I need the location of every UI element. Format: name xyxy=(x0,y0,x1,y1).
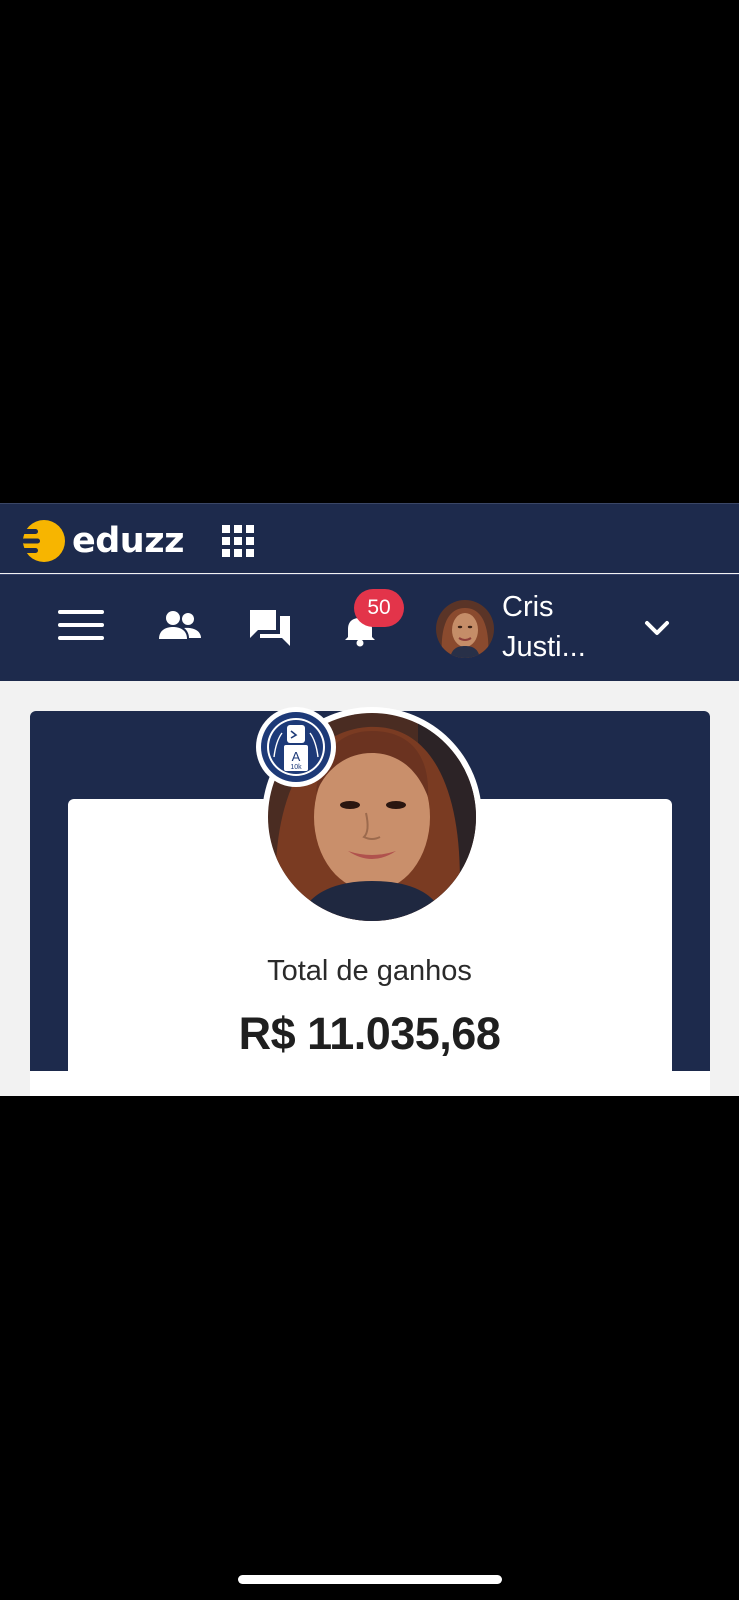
notification-count-badge[interactable]: 50 xyxy=(354,589,404,627)
nav-bar: 50 Cris Justi... xyxy=(0,574,739,681)
user-name[interactable]: Cris Justi... xyxy=(502,587,612,667)
brand-bar: eduzz xyxy=(0,503,739,573)
hamburger-menu-icon[interactable] xyxy=(58,610,106,646)
user-avatar[interactable] xyxy=(436,600,494,658)
achievement-label: 10k xyxy=(290,764,302,771)
phone-screen: eduzz 50 Cris Justi... A 10k Total de ga… xyxy=(0,0,739,1600)
eduzz-app: eduzz 50 Cris Justi... A 10k Total de ga… xyxy=(0,503,739,1096)
chevron-down-icon[interactable] xyxy=(643,618,671,638)
eduzz-logo-icon xyxy=(20,520,65,562)
earnings-label: Total de ganhos xyxy=(267,955,472,987)
apps-grid-icon[interactable] xyxy=(222,525,254,557)
eduzz-logo[interactable]: eduzz xyxy=(20,519,184,563)
earnings-value: R$ 11.035,68 xyxy=(238,1008,501,1059)
achievement-letter: A xyxy=(292,749,301,764)
achievement-badge[interactable]: A 10k xyxy=(256,707,336,787)
home-indicator[interactable] xyxy=(238,1575,502,1584)
brand-name: eduzz xyxy=(72,520,184,561)
people-icon[interactable] xyxy=(158,609,202,645)
chat-icon[interactable] xyxy=(248,608,292,648)
